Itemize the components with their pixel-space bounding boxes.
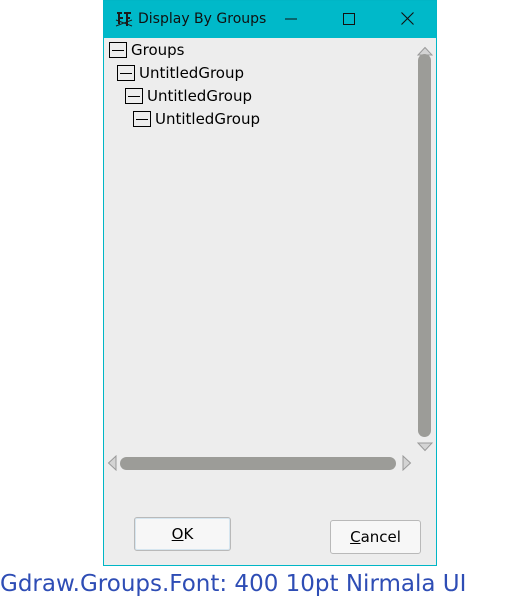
screen: Display By Groups Groups UntitledGroup U… [0, 0, 529, 602]
minimize-icon [285, 10, 297, 29]
scroll-right-arrow-icon[interactable] [402, 454, 412, 472]
scroll-left-arrow-icon[interactable] [107, 454, 117, 472]
scroll-down-arrow-icon[interactable] [416, 437, 434, 452]
collapse-toggle-icon[interactable] [117, 65, 135, 81]
ok-mnemonic: O [171, 525, 184, 543]
close-icon [400, 10, 414, 29]
minimize-button[interactable] [268, 1, 314, 38]
tree-item-untitled-group[interactable]: UntitledGroup [117, 62, 244, 84]
collapse-toggle-icon[interactable] [133, 111, 151, 127]
cancel-mnemonic: C [350, 528, 361, 546]
collapse-toggle-icon[interactable] [125, 88, 143, 104]
groups-tree[interactable]: Groups UntitledGroup UntitledGroup Untit… [104, 38, 414, 450]
close-button[interactable] [384, 1, 430, 38]
cancel-label-rest: ancel [360, 528, 401, 546]
tree-item-label: Groups [131, 41, 185, 59]
maximize-icon [343, 10, 355, 29]
horizontal-scrollbar[interactable] [106, 453, 414, 475]
scroll-up-arrow-icon[interactable] [416, 41, 434, 56]
tree-item-label: UntitledGroup [139, 64, 244, 82]
horizontal-scroll-thumb[interactable] [120, 457, 396, 470]
collapse-toggle-icon[interactable] [109, 42, 127, 58]
tree-item-untitled-group[interactable]: UntitledGroup [133, 108, 260, 130]
cancel-button[interactable]: Cancel [330, 520, 421, 554]
tree-item-untitled-group[interactable]: UntitledGroup [125, 85, 252, 107]
ok-label-rest: K [183, 525, 194, 543]
title-bar[interactable]: Display By Groups [104, 1, 436, 38]
tree-item-groups[interactable]: Groups [109, 39, 184, 61]
maximize-button[interactable] [326, 1, 372, 38]
ok-button[interactable]: OK [134, 517, 231, 551]
font-caption: Gdraw.Groups.Font: 400 10pt Nirmala UI [0, 571, 467, 597]
vertical-scroll-thumb[interactable] [418, 54, 431, 437]
vertical-scrollbar[interactable] [414, 40, 436, 452]
fontforge-icon [115, 10, 133, 28]
tree-item-label: UntitledGroup [155, 110, 260, 128]
display-by-groups-dialog: Display By Groups Groups UntitledGroup U… [103, 0, 437, 566]
window-title: Display By Groups [138, 11, 267, 27]
tree-item-label: UntitledGroup [147, 87, 252, 105]
